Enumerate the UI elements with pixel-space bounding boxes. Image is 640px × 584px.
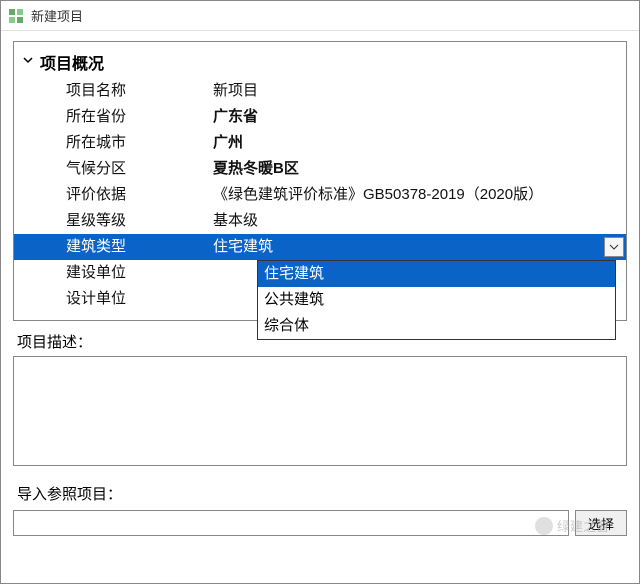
- row-climate[interactable]: 气候分区 夏热冬暖B区: [14, 156, 626, 182]
- row-province[interactable]: 所在省份 广东省: [14, 104, 626, 130]
- building-type-dropdown: 住宅建筑 公共建筑 综合体: [257, 260, 616, 340]
- row-project-name[interactable]: 项目名称 新项目: [14, 78, 626, 104]
- value-building-type-text: 住宅建筑: [213, 238, 273, 255]
- value-basis: 《绿色建筑评价标准》GB50378-2019（2020版）: [209, 182, 626, 208]
- window-title: 新建项目: [31, 6, 83, 25]
- app-icon: [7, 7, 25, 25]
- label-city: 所在城市: [14, 130, 209, 156]
- dropdown-anchor: 建设单位 设计单位 住宅建筑 公共建筑 综合体: [14, 260, 626, 312]
- chevron-down-icon: [22, 53, 36, 71]
- label-basis: 评价依据: [14, 182, 209, 208]
- section-header[interactable]: 项目概况: [14, 46, 626, 78]
- section-title: 项目概况: [40, 50, 104, 74]
- label-star: 星级等级: [14, 208, 209, 234]
- value-star: 基本级: [209, 208, 626, 234]
- label-climate: 气候分区: [14, 156, 209, 182]
- content-area: 项目概况 项目名称 新项目 所在省份 广东省 所在城市 广州 气候分区 夏热冬暖…: [1, 31, 639, 536]
- import-label: 导入参照项目：: [13, 483, 627, 504]
- label-project-name: 项目名称: [14, 78, 209, 104]
- dropdown-option-1[interactable]: 公共建筑: [258, 287, 615, 313]
- label-province: 所在省份: [14, 104, 209, 130]
- value-province: 广东省: [209, 104, 626, 130]
- import-path-input[interactable]: [13, 510, 569, 536]
- project-overview-panel: 项目概况 项目名称 新项目 所在省份 广东省 所在城市 广州 气候分区 夏热冬暖…: [13, 41, 627, 321]
- row-star[interactable]: 星级等级 基本级: [14, 208, 626, 234]
- label-designer: 设计单位: [14, 286, 209, 312]
- dropdown-toggle[interactable]: [604, 237, 624, 257]
- value-city: 广州: [209, 130, 626, 156]
- browse-button[interactable]: 选择: [575, 510, 627, 536]
- dropdown-option-2[interactable]: 综合体: [258, 313, 615, 339]
- dialog-window: 新建项目 项目概况 项目名称 新项目 所在省份 广东省 所在城市 广州: [0, 0, 640, 584]
- dropdown-option-0[interactable]: 住宅建筑: [258, 261, 615, 287]
- label-building-type: 建筑类型: [14, 234, 209, 260]
- value-climate: 夏热冬暖B区: [209, 156, 626, 182]
- value-building-type: 住宅建筑: [209, 234, 626, 260]
- value-project-name: 新项目: [209, 78, 626, 104]
- description-textarea[interactable]: [13, 356, 627, 466]
- row-building-type[interactable]: 建筑类型 住宅建筑: [14, 234, 626, 260]
- titlebar: 新建项目: [1, 1, 639, 31]
- row-city[interactable]: 所在城市 广州: [14, 130, 626, 156]
- label-builder: 建设单位: [14, 260, 209, 286]
- row-basis[interactable]: 评价依据 《绿色建筑评价标准》GB50378-2019（2020版）: [14, 182, 626, 208]
- import-row: 选择: [13, 510, 627, 536]
